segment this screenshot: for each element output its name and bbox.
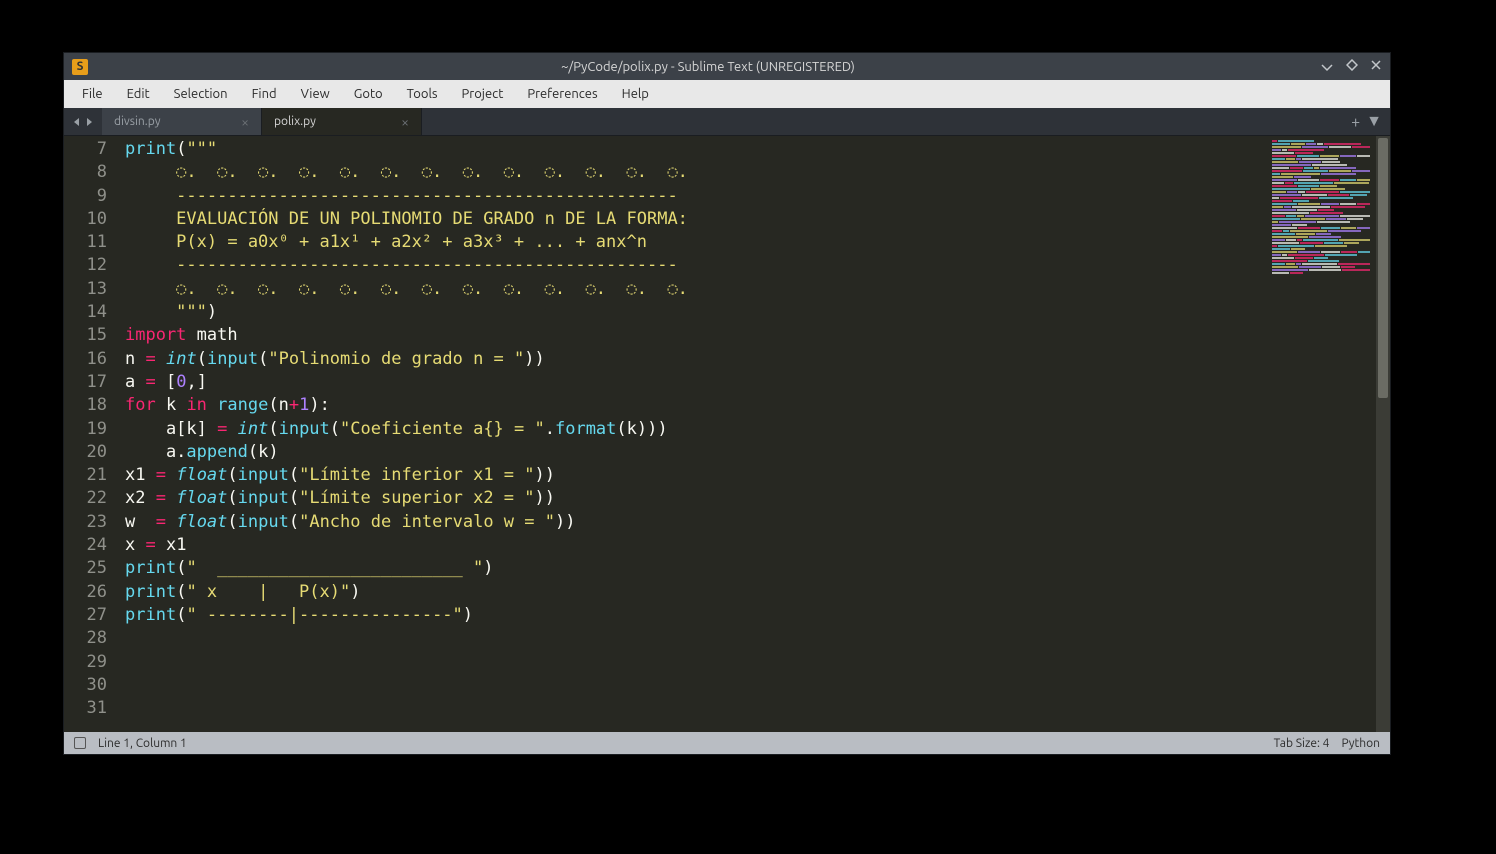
line-number: 19: [64, 418, 107, 441]
gutter: 7891011121314151617181920212223242526272…: [64, 136, 119, 732]
line-number: 13: [64, 278, 107, 301]
code-line[interactable]: a.append(k): [125, 441, 1266, 464]
menu-tools[interactable]: Tools: [397, 85, 448, 103]
code-editor[interactable]: print(""" ◌. ◌. ◌. ◌. ◌. ◌. ◌. ◌. ◌. ◌. …: [119, 136, 1266, 732]
code-line[interactable]: ◌. ◌. ◌. ◌. ◌. ◌. ◌. ◌. ◌. ◌. ◌. ◌. ◌.: [125, 278, 1266, 301]
line-number: 29: [64, 651, 107, 674]
statusbar: Line 1, Column 1 Tab Size: 4 Python: [64, 732, 1390, 754]
line-number: 25: [64, 557, 107, 580]
line-number: 27: [64, 604, 107, 627]
line-number: 21: [64, 464, 107, 487]
line-number: 15: [64, 324, 107, 347]
tab-divsin[interactable]: divsin.py ×: [102, 108, 262, 135]
line-number: 28: [64, 627, 107, 650]
app-window: S ~/PyCode/polix.py - Sublime Text (UNRE…: [63, 52, 1391, 755]
tabbar: divsin.py × polix.py × + ▼: [64, 108, 1390, 136]
new-tab-icon[interactable]: +: [1351, 113, 1360, 131]
line-number: 17: [64, 371, 107, 394]
code-line[interactable]: P(x) = a0x⁰ + a1x¹ + a2x² + a3x³ + ... +…: [125, 231, 1266, 254]
editor-area: 7891011121314151617181920212223242526272…: [64, 136, 1390, 732]
tab-menu-icon[interactable]: ▼: [1366, 112, 1382, 131]
code-line[interactable]: import math: [125, 324, 1266, 347]
line-number: 20: [64, 441, 107, 464]
code-line[interactable]: a[k] = int(input("Coeficiente a{} = ".fo…: [125, 418, 1266, 441]
code-line[interactable]: ----------------------------------------…: [125, 254, 1266, 277]
code-line[interactable]: print(""": [125, 138, 1266, 161]
menu-file[interactable]: File: [72, 85, 113, 103]
line-number: 26: [64, 581, 107, 604]
menu-preferences[interactable]: Preferences: [517, 85, 607, 103]
code-line[interactable]: print(" --------|---------------"): [125, 604, 1266, 627]
menu-selection[interactable]: Selection: [164, 85, 238, 103]
code-line[interactable]: x = x1: [125, 534, 1266, 557]
line-number: 9: [64, 185, 107, 208]
panel-switcher-icon[interactable]: [74, 737, 86, 749]
vertical-scrollbar[interactable]: [1376, 136, 1390, 732]
line-number: 8: [64, 161, 107, 184]
line-number: 18: [64, 394, 107, 417]
minimap[interactable]: [1266, 136, 1376, 732]
window-controls: [1320, 58, 1382, 75]
cursor-position[interactable]: Line 1, Column 1: [98, 737, 187, 750]
scrollbar-thumb[interactable]: [1378, 138, 1388, 398]
line-number: 14: [64, 301, 107, 324]
code-line[interactable]: print(" x | P(x)"): [125, 581, 1266, 604]
line-number: 23: [64, 511, 107, 534]
line-number: 31: [64, 697, 107, 720]
tab-polix[interactable]: polix.py ×: [262, 108, 422, 135]
menu-help[interactable]: Help: [612, 85, 659, 103]
tabbar-right: + ▼: [1343, 108, 1390, 135]
line-number: 10: [64, 208, 107, 231]
menu-find[interactable]: Find: [242, 85, 287, 103]
code-line[interactable]: x1 = float(input("Límite inferior x1 = "…: [125, 464, 1266, 487]
tab-size[interactable]: Tab Size: 4: [1274, 737, 1330, 750]
code-line[interactable]: for k in range(n+1):: [125, 394, 1266, 417]
tab-nav: [64, 108, 102, 135]
code-line[interactable]: EVALUACIÓN DE UN POLINOMIO DE GRADO n DE…: [125, 208, 1266, 231]
line-number: 12: [64, 254, 107, 277]
code-line[interactable]: """): [125, 301, 1266, 324]
menubar: File Edit Selection Find View Goto Tools…: [64, 80, 1390, 108]
tab-label: polix.py: [274, 115, 316, 128]
window-title: ~/PyCode/polix.py - Sublime Text (UNREGI…: [96, 60, 1320, 74]
code-line[interactable]: w = float(input("Ancho de intervalo w = …: [125, 511, 1266, 534]
line-number: 7: [64, 138, 107, 161]
code-line[interactable]: print(" ________________________ "): [125, 557, 1266, 580]
syntax[interactable]: Python: [1341, 737, 1380, 750]
line-number: 22: [64, 487, 107, 510]
app-icon: S: [72, 59, 88, 75]
titlebar[interactable]: S ~/PyCode/polix.py - Sublime Text (UNRE…: [64, 53, 1390, 80]
tab-prev-icon[interactable]: [72, 113, 82, 131]
code-line[interactable]: ◌. ◌. ◌. ◌. ◌. ◌. ◌. ◌. ◌. ◌. ◌. ◌. ◌.: [125, 161, 1266, 184]
minimize-icon[interactable]: [1320, 58, 1334, 75]
close-icon[interactable]: [1370, 58, 1382, 75]
code-line[interactable]: a = [0,]: [125, 371, 1266, 394]
tab-label: divsin.py: [114, 115, 160, 128]
tab-close-icon[interactable]: ×: [401, 114, 409, 130]
line-number: 11: [64, 231, 107, 254]
line-number: 30: [64, 674, 107, 697]
tab-next-icon[interactable]: [84, 113, 94, 131]
code-line[interactable]: n = int(input("Polinomio de grado n = ")…: [125, 348, 1266, 371]
menu-project[interactable]: Project: [452, 85, 514, 103]
menu-goto[interactable]: Goto: [344, 85, 393, 103]
line-number: 24: [64, 534, 107, 557]
code-line[interactable]: x2 = float(input("Límite superior x2 = "…: [125, 487, 1266, 510]
menu-edit[interactable]: Edit: [117, 85, 160, 103]
menu-view[interactable]: View: [291, 85, 340, 103]
code-line[interactable]: ----------------------------------------…: [125, 185, 1266, 208]
maximize-icon[interactable]: [1346, 58, 1358, 75]
tab-close-icon[interactable]: ×: [241, 114, 249, 130]
line-number: 16: [64, 348, 107, 371]
